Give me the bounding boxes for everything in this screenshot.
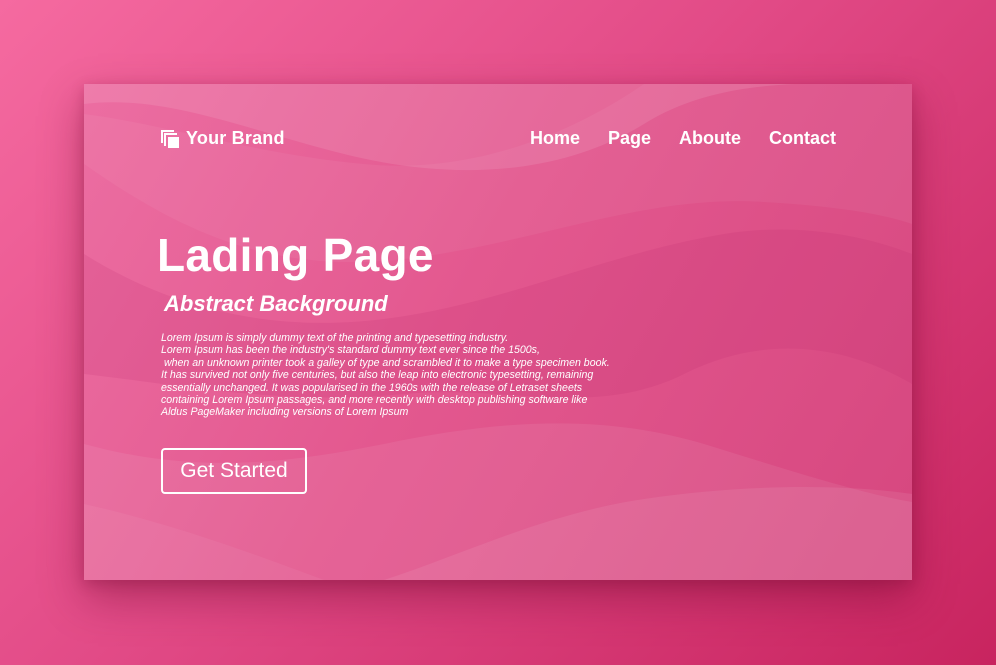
body-line: Lorem Ipsum is simply dummy text of the …: [161, 332, 509, 344]
stacked-squares-icon: [160, 129, 180, 149]
body-line: It has survived not only five centuries,…: [161, 369, 594, 382]
nav-item-home[interactable]: Home: [530, 128, 580, 149]
brand-name: Your Brand: [186, 128, 285, 148]
body-line: Lorem Ipsum has been the industry's stan…: [161, 344, 540, 357]
nav-item-contact[interactable]: Contact: [769, 128, 836, 149]
nav-item-page[interactable]: Page: [608, 128, 651, 149]
body-line: essentially unchanged. It was popularise…: [161, 381, 583, 394]
main-nav: Home Page Aboute Contact: [530, 128, 836, 149]
body-line: containing Lorem Ipsum passages, and mor…: [161, 394, 588, 407]
hero-title: Lading Page: [157, 229, 434, 281]
hero-subtitle: Abstract Background: [164, 291, 388, 316]
brand-logo[interactable]: Your Brand: [160, 128, 285, 149]
hero-body-text: Lorem Ipsum is simply dummy text of the …: [161, 332, 681, 419]
landing-card: Your Brand Home Page Aboute Contact Ladi…: [84, 84, 912, 580]
body-line: Aldus PageMaker including versions of Lo…: [161, 406, 409, 419]
nav-item-about[interactable]: Aboute: [679, 128, 741, 149]
get-started-button[interactable]: Get Started: [161, 448, 307, 494]
body-line: when an unknown printer took a galley of…: [161, 356, 610, 369]
